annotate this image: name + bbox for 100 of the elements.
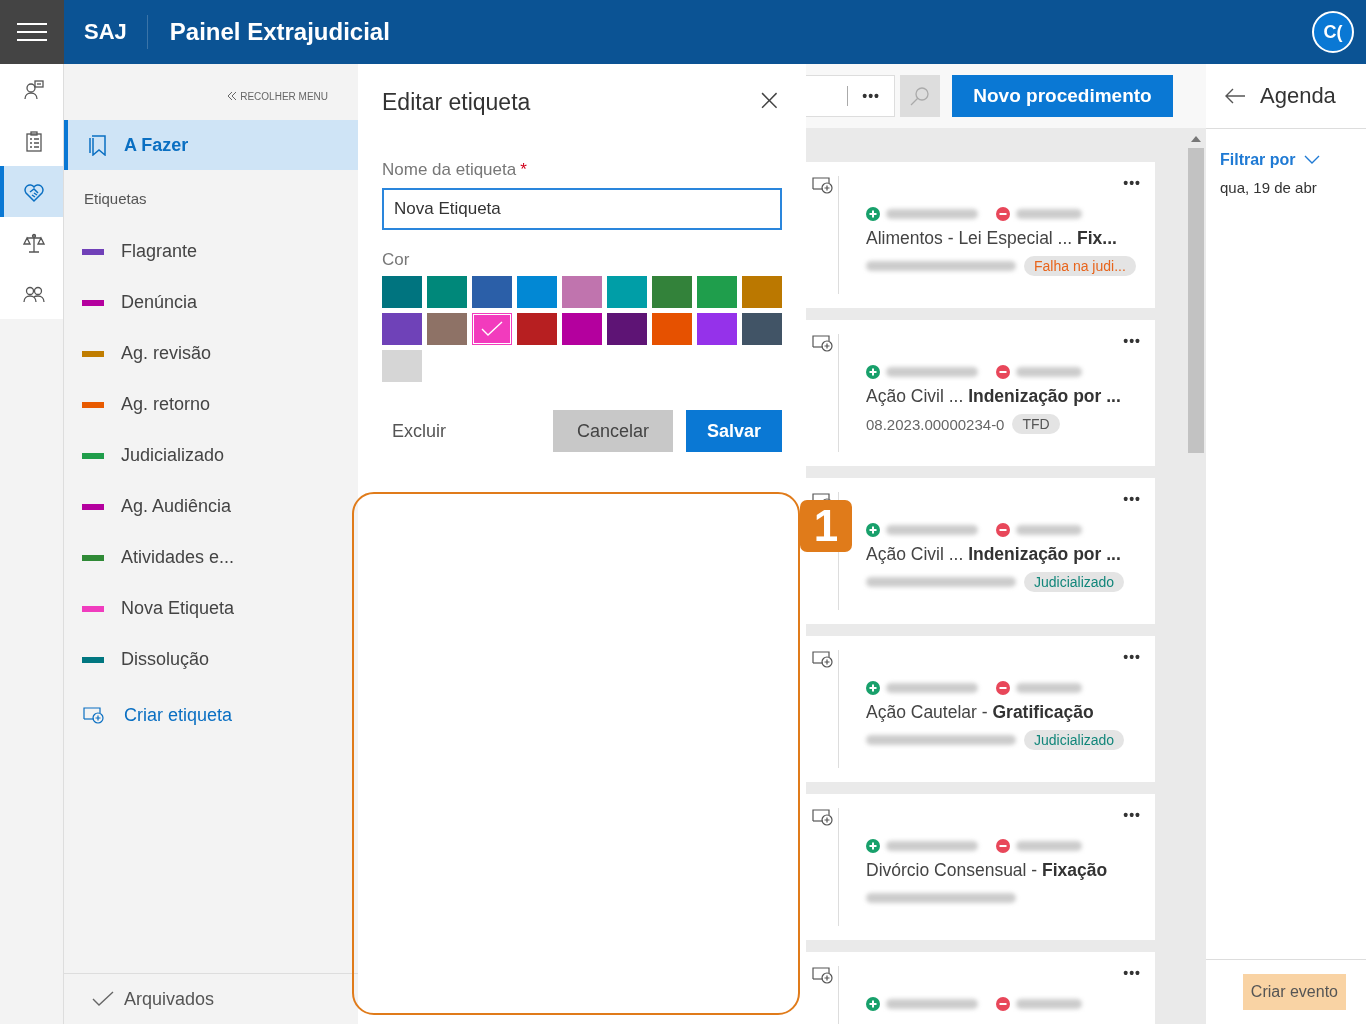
case-title: Ação Cautelar - Gratificação xyxy=(866,702,1095,723)
tag-add-icon[interactable] xyxy=(812,176,834,194)
case-card[interactable]: ••• Ação Cautelar - Gratificação Judicializado xyxy=(806,636,1155,782)
status-tag: Judicializado xyxy=(1024,572,1125,592)
label-item[interactable]: Dissolução xyxy=(64,634,358,685)
brand-logo: SAJ xyxy=(64,15,148,49)
color-swatch[interactable] xyxy=(382,350,422,382)
check-icon xyxy=(92,991,114,1007)
more-button[interactable]: ••• xyxy=(1123,650,1141,664)
back-button[interactable] xyxy=(1224,87,1246,105)
label-item[interactable]: Judicializado xyxy=(64,430,358,481)
rail-button[interactable] xyxy=(0,166,63,217)
section-heading: Etiquetas xyxy=(83,189,148,209)
collapse-menu-link[interactable]: RECOLHER MENU xyxy=(227,88,328,104)
color-swatch[interactable] xyxy=(742,313,782,345)
field-label: Cor xyxy=(382,250,411,270)
plus-icon xyxy=(866,839,880,853)
create-event-button[interactable]: Criar evento xyxy=(1242,974,1346,1010)
case-title: Alimentos - Lei Especial ... Fix... xyxy=(866,228,1118,249)
color-swatch[interactable] xyxy=(427,313,467,345)
case-card[interactable]: ••• xyxy=(806,952,1155,1024)
save-button[interactable]: Salvar xyxy=(686,410,782,452)
new-procedure-button[interactable]: Novo procedimento xyxy=(952,75,1173,117)
chevron-icon xyxy=(1303,155,1320,165)
case-card[interactable]: ••• Alimentos - Lei Especial ... Fix... Falha na judi... xyxy=(806,162,1155,308)
plus-icon xyxy=(866,365,880,379)
status-tag: Judicializado xyxy=(1024,730,1125,750)
color-swatch[interactable] xyxy=(652,313,692,345)
case-number: 08.2023.00000234-0 xyxy=(866,415,1005,433)
scroll-up-icon[interactable] xyxy=(1191,136,1201,142)
tag-add-icon[interactable] xyxy=(812,966,834,984)
blurred-text xyxy=(1016,367,1082,377)
filter-dropdown[interactable]: Filtrar por xyxy=(1220,151,1320,169)
color-swatch[interactable] xyxy=(382,276,422,308)
status-tag: TFD xyxy=(1012,414,1060,434)
back-arrow-icon xyxy=(1224,87,1246,105)
label-item[interactable]: Ag. Audiência xyxy=(64,481,358,532)
more-button[interactable]: ••• xyxy=(1123,808,1141,822)
case-title: Divórcio Consensual - Fixação xyxy=(866,860,1109,881)
search-field[interactable]: ••• xyxy=(806,75,895,117)
sidebar-item[interactable]: A Fazer xyxy=(64,120,358,170)
color-swatch[interactable] xyxy=(607,276,647,308)
color-swatch[interactable] xyxy=(697,276,737,308)
label-item[interactable]: Nova Etiqueta xyxy=(64,583,358,634)
more-button[interactable]: ••• xyxy=(1123,334,1141,348)
required-mark: * xyxy=(520,160,527,180)
color-swatch[interactable] xyxy=(607,313,647,345)
tag-add-icon xyxy=(82,706,106,724)
plus-icon xyxy=(866,523,880,537)
color-swatch[interactable] xyxy=(472,313,512,345)
blurred-text xyxy=(1016,209,1082,219)
color-swatch[interactable] xyxy=(382,313,422,345)
more-button[interactable]: ••• xyxy=(847,86,894,106)
close-button[interactable]: × xyxy=(756,88,782,116)
label-item[interactable]: Ag. revisão xyxy=(64,328,358,379)
tag-add-icon[interactable] xyxy=(812,808,834,826)
blurred-text xyxy=(1016,999,1082,1009)
menu-button[interactable] xyxy=(0,0,64,64)
plus-icon xyxy=(866,997,880,1011)
app-title: Painel Extrajudicial xyxy=(168,18,391,46)
color-swatch[interactable] xyxy=(562,276,602,308)
color-swatch[interactable] xyxy=(562,313,602,345)
cancel-button[interactable]: Cancelar xyxy=(553,410,673,452)
user-avatar[interactable]: C( xyxy=(1312,11,1354,53)
label-name-field[interactable]: Nova Etiqueta xyxy=(382,188,782,230)
tag-add-icon[interactable] xyxy=(812,650,834,668)
field-label: Nome da etiqueta xyxy=(382,160,517,180)
color-swatch[interactable] xyxy=(427,276,467,308)
case-card[interactable]: ••• Ação Civil ... Indenização por ... 08.2023.00000234-0 TFD xyxy=(806,320,1155,466)
minus-icon xyxy=(996,839,1010,853)
blurred-text xyxy=(1016,525,1082,535)
color-swatch[interactable] xyxy=(472,276,512,308)
minus-icon xyxy=(996,997,1010,1011)
color-swatch[interactable] xyxy=(697,313,737,345)
delete-button[interactable]: Excluir xyxy=(382,420,553,442)
label-item[interactable]: Ag. retorno xyxy=(64,379,358,430)
label-item[interactable]: Denúncia xyxy=(64,277,358,328)
panel-title: Agenda xyxy=(1260,83,1336,109)
case-card[interactable]: ••• Divórcio Consensual - Fixação xyxy=(806,794,1155,940)
color-swatch[interactable] xyxy=(742,276,782,308)
plus-icon xyxy=(866,681,880,695)
more-button[interactable]: ••• xyxy=(1123,966,1141,980)
check-icon xyxy=(481,321,503,337)
minus-icon xyxy=(996,523,1010,537)
callout-overlay: 1 xyxy=(800,500,852,552)
minus-icon xyxy=(996,681,1010,695)
search-button[interactable] xyxy=(900,75,940,117)
plus-icon xyxy=(866,207,880,221)
label-item[interactable]: Flagrante xyxy=(64,226,358,277)
more-button[interactable]: ••• xyxy=(1123,176,1141,190)
tag-add-icon[interactable] xyxy=(812,334,834,352)
more-button[interactable]: ••• xyxy=(1123,492,1141,506)
color-swatch[interactable] xyxy=(652,276,692,308)
label-item[interactable]: Atividades e... xyxy=(64,532,358,583)
color-swatch[interactable] xyxy=(517,313,557,345)
minus-icon xyxy=(996,365,1010,379)
create-label-link[interactable]: Criar etiqueta xyxy=(64,685,358,745)
color-swatch[interactable] xyxy=(517,276,557,308)
blurred-text xyxy=(1016,683,1082,693)
blurred-text xyxy=(1016,841,1082,851)
